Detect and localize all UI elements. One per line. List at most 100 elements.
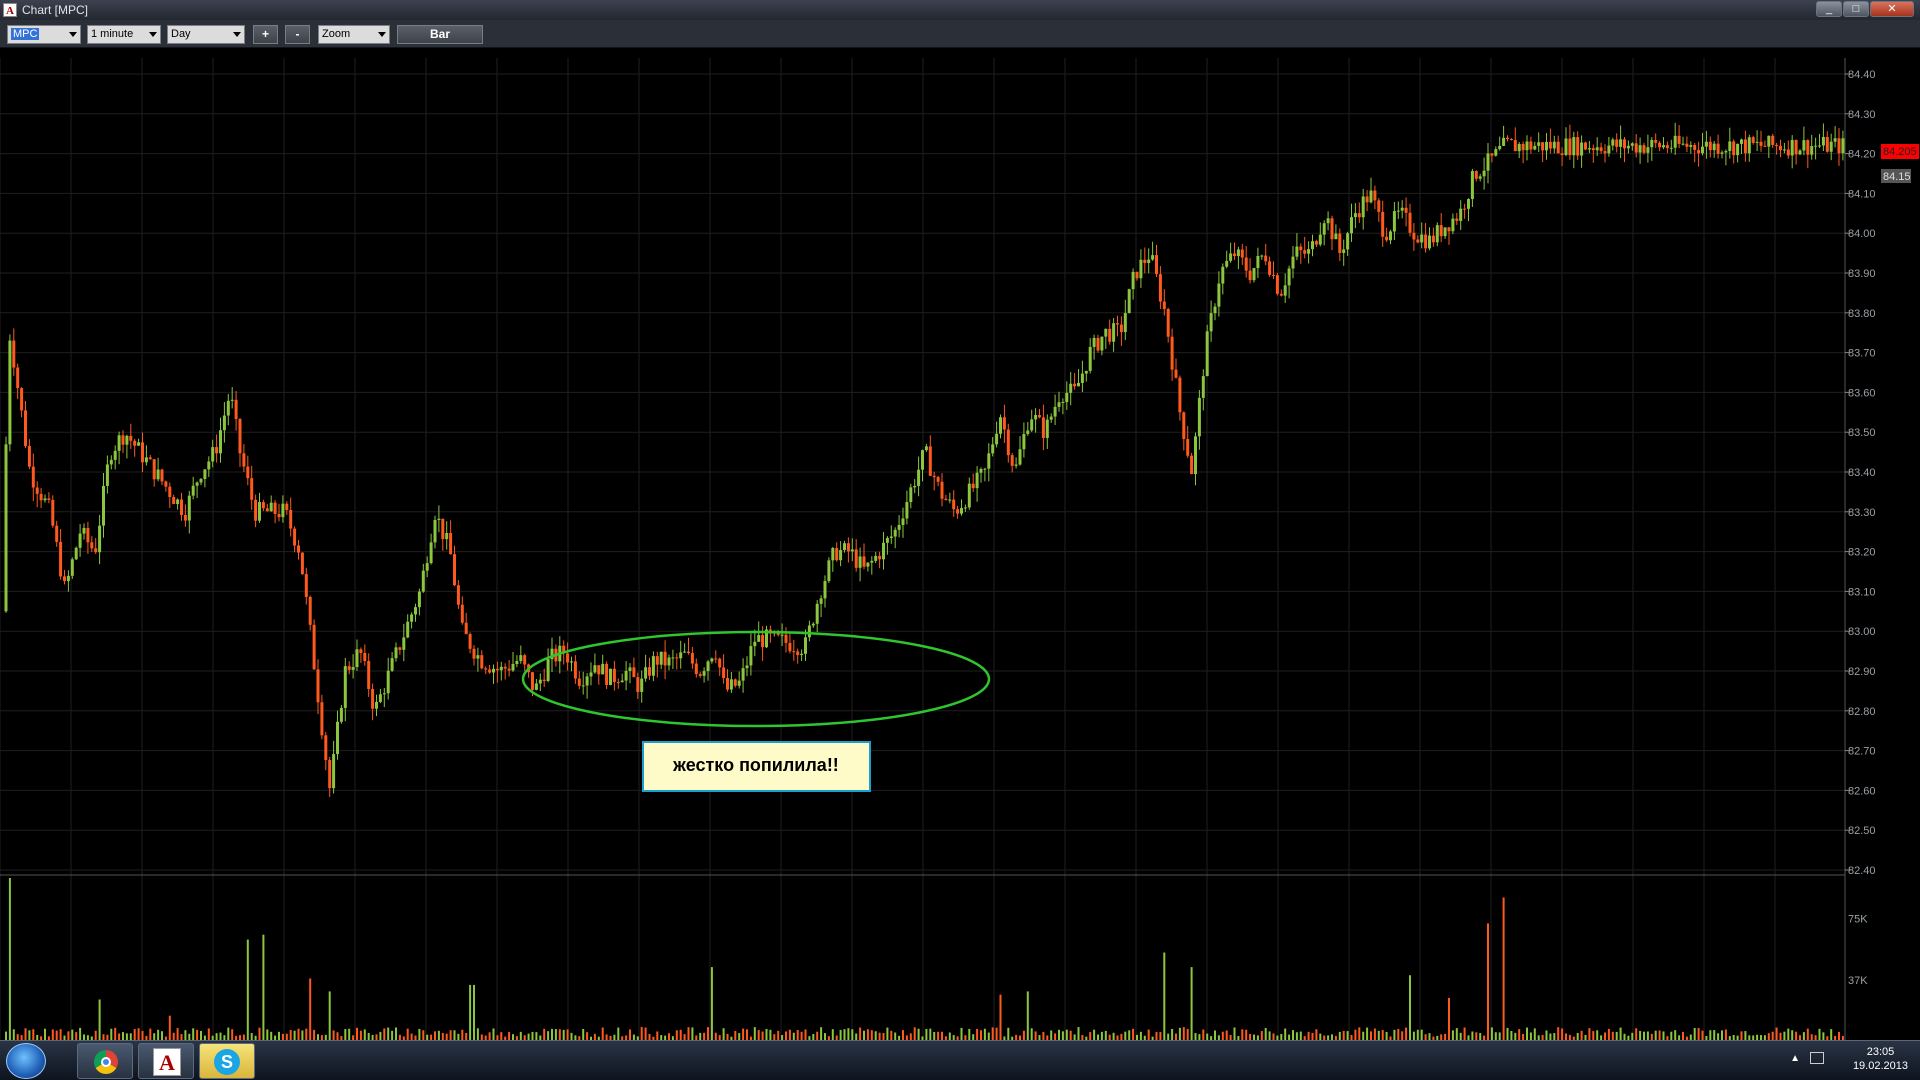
volume-bar bbox=[1775, 1027, 1778, 1040]
tray-expand-icon[interactable]: ▲ bbox=[1790, 1053, 1800, 1064]
candle-body bbox=[207, 461, 211, 470]
zoom-select[interactable]: Zoom bbox=[318, 25, 390, 44]
candle-body bbox=[542, 679, 546, 681]
volume-bar bbox=[980, 1030, 982, 1040]
candle-body bbox=[1654, 140, 1658, 143]
maximize-button[interactable]: □ bbox=[1843, 1, 1869, 17]
price-tick-label: 83.20 bbox=[1848, 547, 1876, 559]
volume-bar bbox=[1373, 1028, 1376, 1040]
taskbar-chrome[interactable] bbox=[77, 1043, 133, 1079]
candle-body bbox=[1603, 151, 1607, 154]
price-tick-label: 83.00 bbox=[1848, 626, 1876, 638]
candle-body bbox=[1689, 145, 1693, 147]
volume-bar bbox=[746, 1029, 748, 1040]
volume-bar bbox=[765, 1028, 768, 1040]
interval-select[interactable]: 1 minute bbox=[87, 25, 161, 44]
candle-body bbox=[1802, 140, 1806, 151]
volume-bar bbox=[566, 1029, 569, 1040]
candle-body bbox=[1077, 382, 1080, 387]
candle-body bbox=[1736, 143, 1740, 156]
candle-body bbox=[1599, 147, 1603, 152]
candle-body bbox=[449, 532, 453, 555]
candle-body bbox=[1307, 249, 1311, 254]
volume-bar bbox=[1838, 1031, 1840, 1040]
volume-bar bbox=[543, 1028, 546, 1040]
volume-bar bbox=[51, 1029, 54, 1040]
volume-bar bbox=[968, 1028, 971, 1040]
tray-clock[interactable]: 23:05 19.02.2013 bbox=[1853, 1045, 1908, 1073]
volume-bar bbox=[434, 1031, 436, 1040]
volume-bar bbox=[925, 1028, 928, 1040]
price-tick-label: 83.70 bbox=[1848, 348, 1876, 360]
candle-body bbox=[133, 440, 137, 446]
volume-bar bbox=[1487, 923, 1489, 1040]
candle-body bbox=[882, 542, 885, 560]
zoom-out-button[interactable]: - bbox=[285, 25, 310, 44]
candle-body bbox=[1369, 190, 1373, 203]
candle-body bbox=[1677, 135, 1681, 144]
chrome-icon bbox=[94, 1050, 118, 1074]
candle-body bbox=[320, 702, 324, 736]
volume-bar bbox=[1510, 1030, 1513, 1040]
minimize-button[interactable]: _ bbox=[1816, 1, 1842, 17]
volume-bar bbox=[1822, 1032, 1825, 1040]
candle-body bbox=[117, 435, 121, 451]
volume-bar bbox=[1662, 1031, 1665, 1040]
candle-body bbox=[176, 499, 180, 505]
volume-bar bbox=[1658, 1030, 1661, 1040]
candle-body bbox=[160, 469, 164, 482]
volume-bar bbox=[1342, 1030, 1345, 1040]
candle-body bbox=[1810, 146, 1814, 155]
candle-body bbox=[1010, 455, 1014, 466]
volume-bar bbox=[391, 1030, 394, 1040]
candle-body bbox=[1272, 274, 1275, 276]
candle-body bbox=[1236, 249, 1240, 257]
candle-body bbox=[1545, 141, 1548, 151]
candle-body bbox=[35, 487, 39, 494]
volume-bar bbox=[1178, 1027, 1181, 1040]
candle-body bbox=[1135, 271, 1139, 279]
candle-body bbox=[433, 519, 437, 543]
volume-bar bbox=[1405, 1027, 1408, 1040]
candle-body bbox=[733, 679, 737, 686]
candle-body bbox=[1704, 141, 1708, 147]
candle-body bbox=[846, 543, 850, 552]
candle-body bbox=[343, 666, 347, 708]
close-button[interactable]: ✕ bbox=[1870, 1, 1914, 17]
taskbar-trading-app[interactable]: A bbox=[138, 1043, 194, 1079]
candle-body bbox=[74, 547, 78, 560]
action-center-icon[interactable] bbox=[1810, 1052, 1824, 1064]
candle-body bbox=[1681, 143, 1685, 145]
chart-type-bar-button[interactable]: Bar bbox=[397, 25, 483, 44]
candle-body bbox=[609, 668, 612, 685]
zoom-in-button[interactable]: + bbox=[253, 25, 278, 44]
clock-time: 23:05 bbox=[1866, 1046, 1895, 1058]
candle-body bbox=[1771, 135, 1775, 145]
price-chart[interactable]: 84.40 84.30 84.20 84.10 84.00 83.90 83.80 83.70… bbox=[0, 48, 1920, 1040]
candle-body bbox=[616, 682, 620, 684]
candle-body bbox=[1685, 143, 1689, 147]
candle-body bbox=[82, 527, 86, 534]
volume-bar bbox=[1631, 1032, 1634, 1040]
candle-body bbox=[1798, 150, 1802, 155]
range-select[interactable]: Day bbox=[167, 25, 245, 44]
candle-body bbox=[952, 499, 956, 510]
volume-bar bbox=[219, 1032, 222, 1040]
candle-body bbox=[788, 642, 792, 652]
candle-body bbox=[971, 483, 975, 489]
candle-body bbox=[308, 596, 312, 625]
candle-body bbox=[1642, 145, 1646, 153]
candle-body bbox=[519, 655, 523, 661]
volume-bar bbox=[617, 1027, 620, 1040]
volume-bar bbox=[332, 1030, 335, 1040]
candle-body bbox=[963, 507, 967, 509]
taskbar-skype[interactable]: S bbox=[199, 1043, 255, 1079]
candle-body bbox=[1498, 145, 1502, 150]
volume-bar bbox=[691, 1027, 694, 1040]
symbol-select[interactable]: MPC bbox=[7, 25, 81, 44]
start-button[interactable] bbox=[6, 1043, 46, 1079]
candle-body bbox=[339, 707, 343, 722]
candle-body bbox=[1334, 233, 1338, 240]
candle-body bbox=[1026, 430, 1030, 435]
volume-bar bbox=[196, 1029, 199, 1040]
